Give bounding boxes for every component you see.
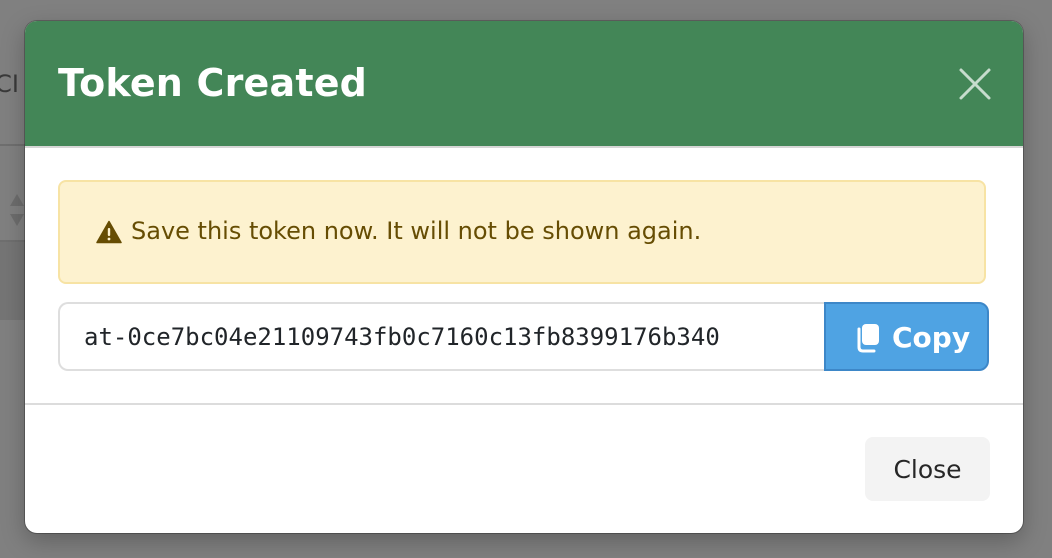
token-field[interactable] bbox=[58, 302, 826, 371]
copy-button[interactable]: Copy bbox=[824, 302, 989, 371]
copy-icon bbox=[857, 324, 879, 353]
token-input-group: Copy bbox=[58, 302, 989, 371]
token-created-dialog: Token Created Save this token now. It wi… bbox=[25, 21, 1023, 533]
dialog-title: Token Created bbox=[58, 61, 368, 105]
warning-alert: Save this token now. It will not be show… bbox=[58, 180, 986, 284]
dialog-footer-divider bbox=[25, 403, 1023, 405]
sort-icon bbox=[10, 194, 24, 226]
dialog-header: Token Created bbox=[25, 21, 1023, 148]
close-icon[interactable] bbox=[955, 64, 995, 104]
close-button[interactable]: Close bbox=[865, 437, 990, 501]
warning-triangle-icon bbox=[96, 220, 122, 244]
background-page-text: ICI bbox=[0, 70, 19, 98]
alert-message: Save this token now. It will not be show… bbox=[131, 217, 702, 245]
copy-button-label: Copy bbox=[892, 321, 971, 354]
